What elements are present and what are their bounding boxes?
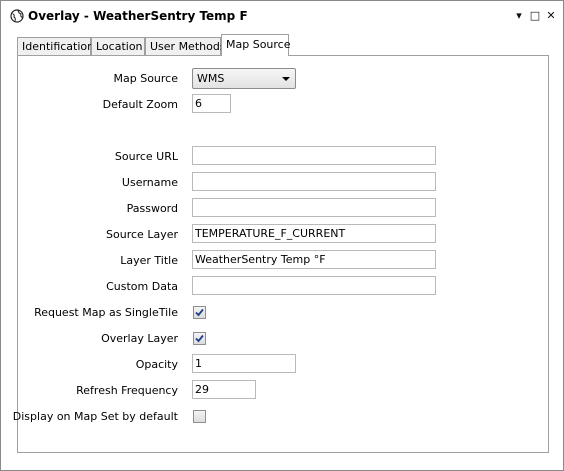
username-field[interactable] [192, 172, 436, 191]
tab-map-source[interactable]: Map Source [221, 34, 291, 56]
checkmark-icon [195, 308, 204, 317]
opacity-field[interactable]: 1 [192, 354, 296, 373]
source-layer-field[interactable]: TEMPERATURE_F_CURRENT [192, 224, 436, 243]
source-url-field[interactable] [192, 146, 436, 165]
map-source-value: WMS [197, 72, 225, 85]
globe-icon [10, 9, 24, 23]
single-tile-label: Request Map as SingleTile [34, 306, 178, 319]
custom-data-label: Custom Data [106, 280, 178, 293]
display-default-checkbox[interactable] [193, 410, 206, 423]
single-tile-checkbox[interactable] [193, 306, 206, 319]
map-source-panel: Map Source WMS Default Zoom 6 Source URL… [13, 55, 549, 453]
default-zoom-label: Default Zoom [102, 98, 178, 111]
map-source-select[interactable]: WMS [192, 68, 296, 89]
close-icon[interactable]: ✕ [545, 9, 557, 23]
overlay-layer-label: Overlay Layer [101, 332, 178, 345]
password-label: Password [126, 202, 178, 215]
custom-data-field[interactable] [192, 276, 436, 295]
title-bar[interactable]: Overlay - WeatherSentry Temp F ▾ □ ✕ [1, 1, 563, 31]
tab-location[interactable]: Location [91, 37, 145, 56]
window-title: Overlay - WeatherSentry Temp F [28, 9, 248, 23]
pin-dropdown-icon[interactable]: ▾ [513, 9, 525, 23]
source-layer-label: Source Layer [106, 228, 178, 241]
maximize-icon[interactable]: □ [529, 9, 541, 23]
refresh-frequency-label: Refresh Frequency [76, 384, 178, 397]
overlay-layer-checkbox[interactable] [193, 332, 206, 345]
display-default-label: Display on Map Set by default [12, 410, 178, 423]
refresh-frequency-field[interactable]: 29 [192, 380, 256, 399]
map-source-label: Map Source [113, 72, 179, 85]
password-field[interactable] [192, 198, 436, 217]
username-label: Username [121, 176, 178, 189]
source-url-label: Source URL [114, 150, 178, 163]
chevron-down-icon [282, 77, 290, 81]
layer-title-field[interactable]: WeatherSentry Temp °F [192, 250, 436, 269]
tab-identification[interactable]: Identification [17, 37, 94, 56]
overlay-window: Overlay - WeatherSentry Temp F ▾ □ ✕ Ide… [0, 0, 564, 471]
layer-title-label: Layer Title [120, 254, 178, 267]
opacity-label: Opacity [135, 358, 178, 371]
tab-user-methods[interactable]: User Methods [145, 37, 226, 56]
checkmark-icon [195, 334, 204, 343]
default-zoom-field[interactable]: 6 [192, 94, 231, 113]
